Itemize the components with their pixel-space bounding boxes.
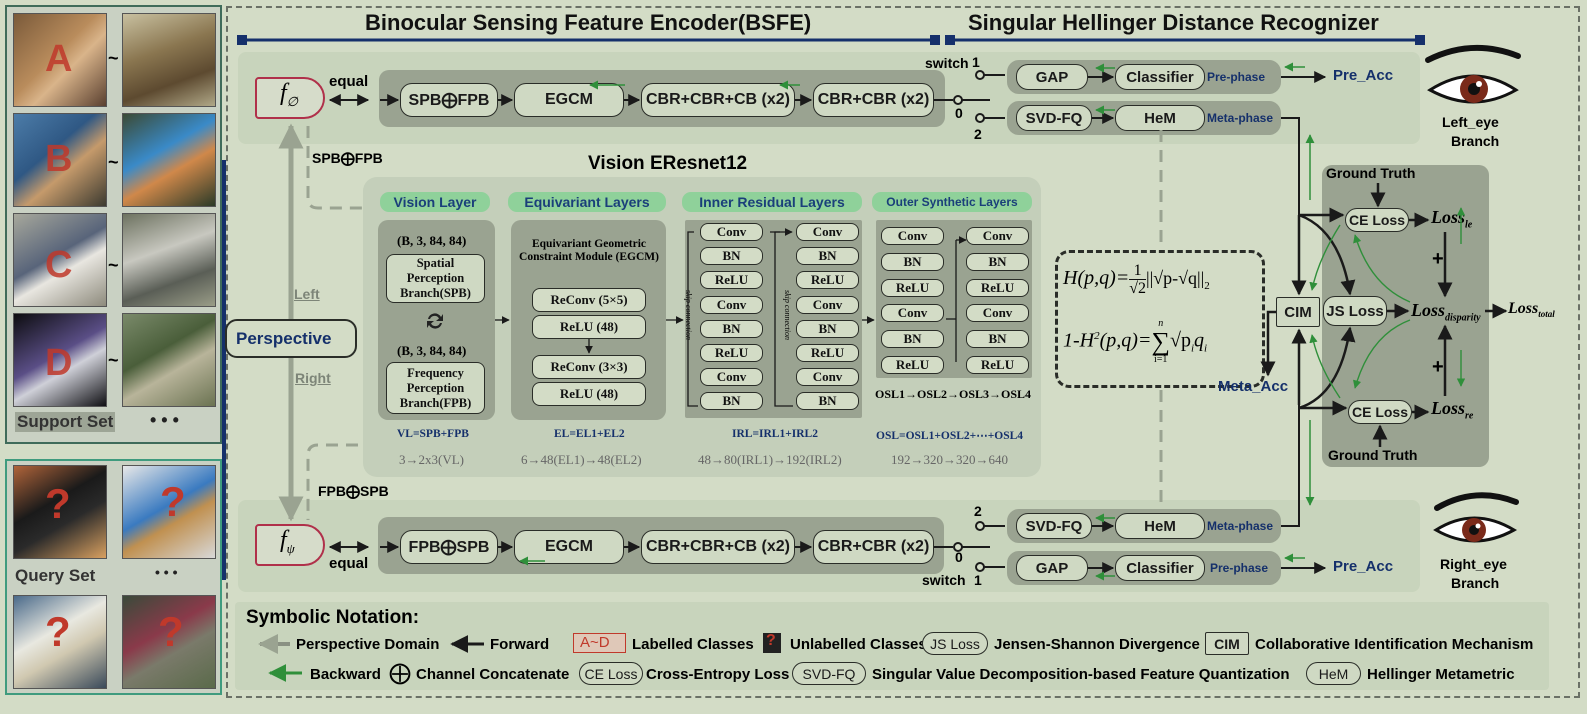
top-forward-arrows [328,70,1327,290]
perspective-dashed [306,126,1163,520]
loss-backward-arrows [1309,207,1466,399]
bottom-forward-arrows [328,330,1327,574]
shdr-arrow-to-hem-top [1158,130,1166,138]
right-eye-icon [1433,492,1519,543]
vision-internal-arrows [495,228,967,407]
header-rules [237,35,1425,45]
notation-arrow-icons [258,634,484,682]
loss-arrows [1260,183,1508,447]
connector-overlay [237,35,1521,682]
top-backward-arrows [589,62,1315,200]
diagram-root: A B C D ~ ~ ~ ~ Support Set • • • ? ? ? … [0,0,1587,714]
left-eye-icon [1425,45,1521,104]
bottom-backward-arrows [519,420,1315,581]
